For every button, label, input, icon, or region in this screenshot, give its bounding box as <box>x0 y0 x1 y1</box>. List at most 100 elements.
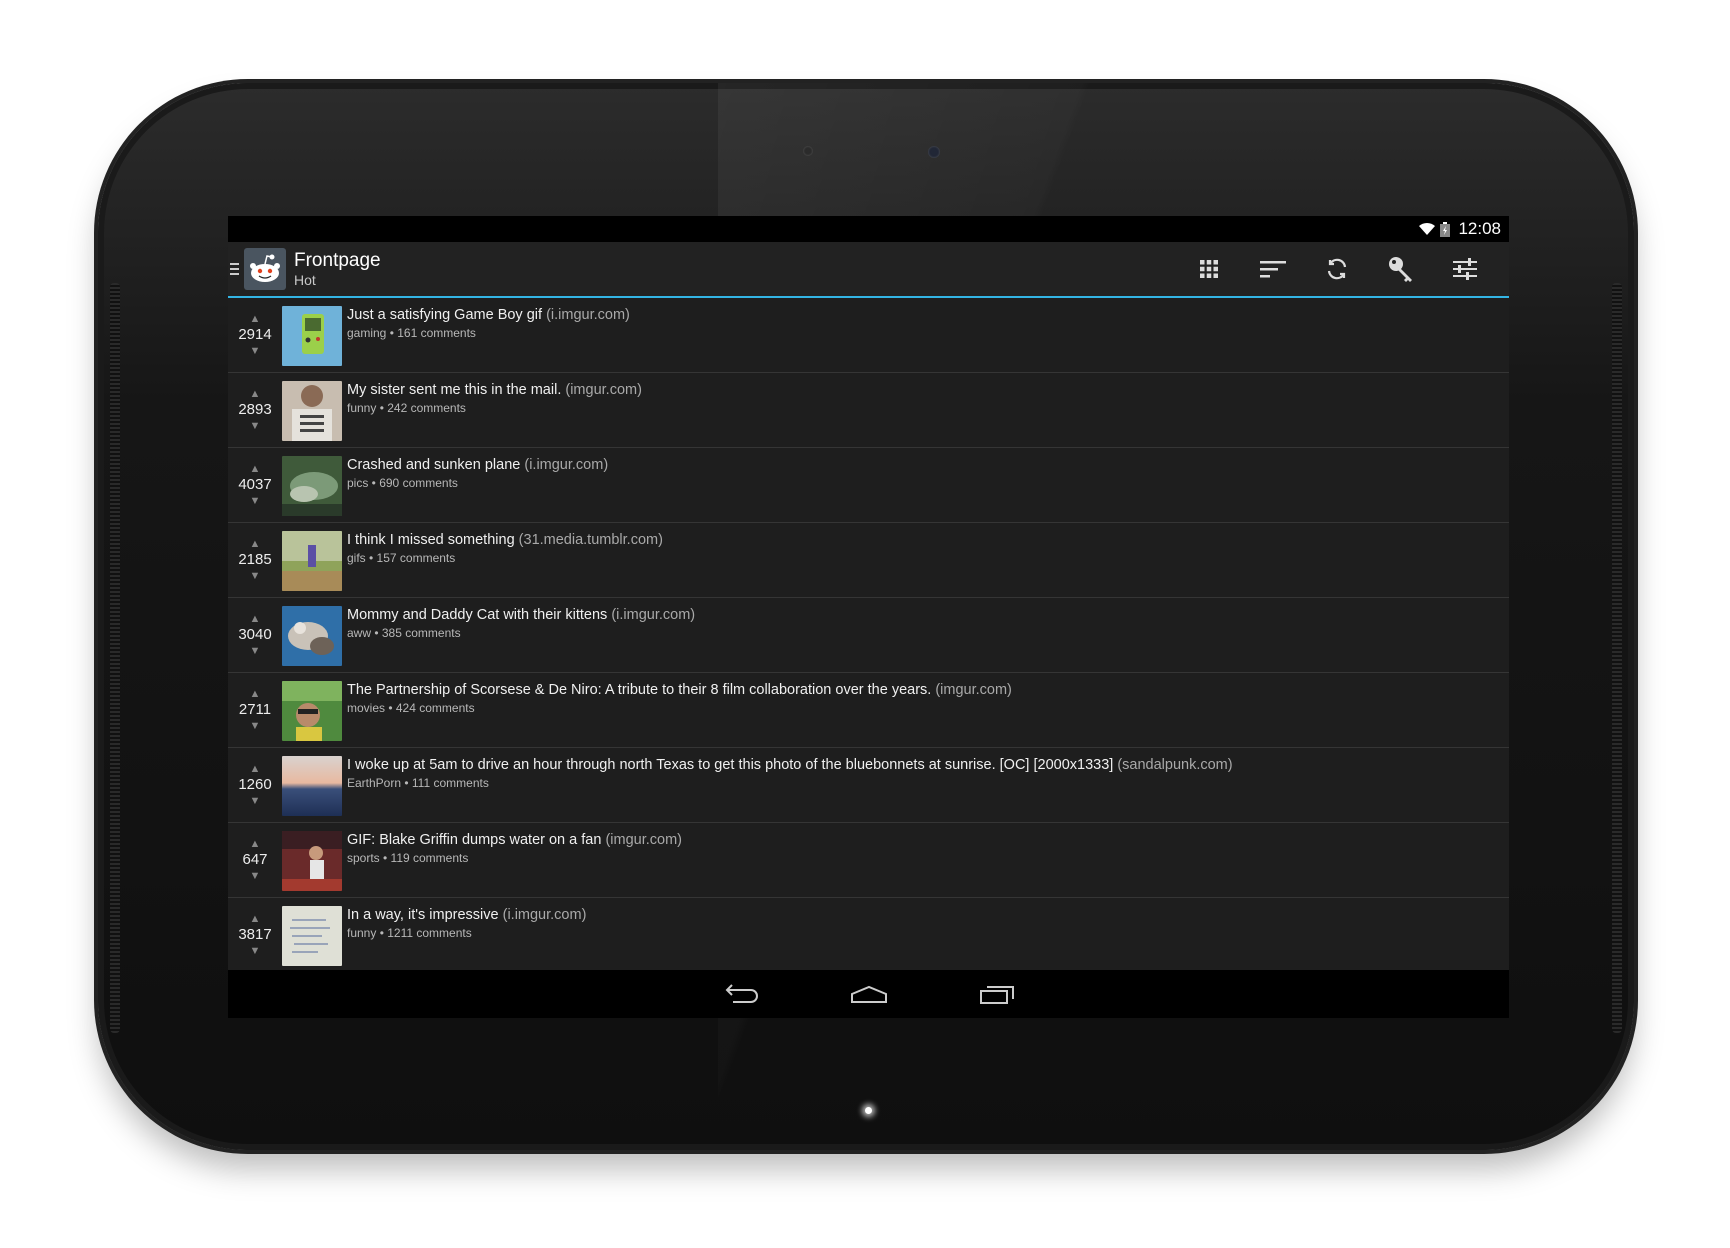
title-block[interactable]: Frontpage Hot <box>294 250 381 288</box>
upvote-icon[interactable]: ▲ <box>250 613 261 625</box>
vote-column: ▲ 3040 ▼ <box>228 598 282 672</box>
upvote-icon[interactable]: ▲ <box>250 463 261 475</box>
upvote-icon[interactable]: ▲ <box>250 538 261 550</box>
post-title: GIF: Blake Griffin dumps water on a fan <box>347 832 602 848</box>
post-row[interactable]: ▲ 3817 ▼ In a way, it's impressive (i.im… <box>228 898 1509 973</box>
post-thumbnail[interactable] <box>282 381 342 441</box>
refresh-button[interactable] <box>1305 242 1369 296</box>
sort-button[interactable] <box>1241 242 1305 296</box>
vote-column: ▲ 647 ▼ <box>228 823 282 897</box>
downvote-icon[interactable]: ▼ <box>250 495 261 507</box>
post-score: 1260 <box>238 776 272 793</box>
post-meta: sports • 119 comments <box>347 851 469 865</box>
status-bar: 12:08 <box>228 216 1509 242</box>
post-title-line[interactable]: Mommy and Daddy Cat with their kittens (… <box>347 606 695 625</box>
vote-column: ▲ 2914 ▼ <box>228 298 282 372</box>
post-text: The Partnership of Scorsese & De Niro: A… <box>347 681 1012 747</box>
settings-sliders-icon <box>1453 258 1477 280</box>
post-meta: pics • 690 comments <box>347 476 458 490</box>
screen: 12:08 Frontpage Hot ▲ 2914 ▼ Just a sati… <box>228 216 1509 1018</box>
post-meta: funny • 242 comments <box>347 401 466 415</box>
post-meta: funny • 1211 comments <box>347 926 472 940</box>
post-row[interactable]: ▲ 647 ▼ GIF: Blake Griffin dumps water o… <box>228 823 1509 898</box>
post-score: 2711 <box>238 701 272 718</box>
post-domain: (sandalpunk.com) <box>1117 757 1233 773</box>
back-button[interactable] <box>711 974 771 1014</box>
downvote-icon[interactable]: ▼ <box>250 345 261 357</box>
post-title: In a way, it's impressive <box>347 907 499 923</box>
upvote-icon[interactable]: ▲ <box>250 763 261 775</box>
post-row[interactable]: ▲ 3040 ▼ Mommy and Daddy Cat with their … <box>228 598 1509 673</box>
post-text: I woke up at 5am to drive an hour throug… <box>347 756 1233 822</box>
upvote-icon[interactable]: ▲ <box>250 313 261 325</box>
post-title: Just a satisfying Game Boy gif <box>347 307 543 323</box>
post-title-line[interactable]: Crashed and sunken plane (i.imgur.com) <box>347 456 608 475</box>
downvote-icon[interactable]: ▼ <box>250 945 261 957</box>
post-title: The Partnership of Scorsese & De Niro: A… <box>347 682 932 698</box>
post-domain: (imgur.com) <box>565 382 642 398</box>
post-domain: (i.imgur.com) <box>611 607 696 623</box>
post-row[interactable]: ▲ 1260 ▼ I woke up at 5am to drive an ho… <box>228 748 1509 823</box>
post-score: 2914 <box>238 326 272 343</box>
page-subtitle: Hot <box>294 272 316 288</box>
post-thumbnail[interactable] <box>282 831 342 891</box>
post-text: In a way, it's impressive (i.imgur.com) … <box>347 906 586 972</box>
post-thumbnail[interactable] <box>282 606 342 666</box>
post-domain: (i.imgur.com) <box>546 307 630 323</box>
downvote-icon[interactable]: ▼ <box>250 795 261 807</box>
post-thumbnail[interactable] <box>282 756 342 816</box>
downvote-icon[interactable]: ▼ <box>250 570 261 582</box>
post-domain: (i.imgur.com) <box>502 907 587 923</box>
post-domain: (imgur.com) <box>935 682 1012 698</box>
post-title-line[interactable]: In a way, it's impressive (i.imgur.com) <box>347 906 586 925</box>
vote-column: ▲ 2711 ▼ <box>228 673 282 747</box>
wifi-icon <box>1419 222 1436 235</box>
post-thumbnail[interactable] <box>282 306 342 366</box>
post-title: My sister sent me this in the mail. <box>347 382 562 398</box>
post-domain: (i.imgur.com) <box>524 457 609 473</box>
post-score: 647 <box>242 851 268 868</box>
downvote-icon[interactable]: ▼ <box>250 645 261 657</box>
drawer-indicator-icon[interactable] <box>230 262 240 276</box>
post-domain: (imgur.com) <box>605 832 682 848</box>
post-title-line[interactable]: I think I missed something (31.media.tum… <box>347 531 663 550</box>
upvote-icon[interactable]: ▲ <box>250 913 261 925</box>
post-row[interactable]: ▲ 2185 ▼ I think I missed something (31.… <box>228 523 1509 598</box>
grid-view-button[interactable] <box>1177 242 1241 296</box>
app-logo-icon[interactable] <box>244 248 286 290</box>
post-title-line[interactable]: My sister sent me this in the mail. (img… <box>347 381 642 400</box>
post-row[interactable]: ▲ 2893 ▼ My sister sent me this in the m… <box>228 373 1509 448</box>
home-button[interactable] <box>839 974 899 1014</box>
post-title-line[interactable]: GIF: Blake Griffin dumps water on a fan … <box>347 831 682 850</box>
settings-button[interactable] <box>1433 242 1497 296</box>
login-button[interactable] <box>1369 242 1433 296</box>
post-text: Crashed and sunken plane (i.imgur.com) p… <box>347 456 608 522</box>
post-thumbnail[interactable] <box>282 531 342 591</box>
post-thumbnail[interactable] <box>282 456 342 516</box>
post-thumbnail[interactable] <box>282 681 342 741</box>
post-title-line[interactable]: Just a satisfying Game Boy gif (i.imgur.… <box>347 306 630 325</box>
post-list: ▲ 2914 ▼ Just a satisfying Game Boy gif … <box>228 298 1509 973</box>
upvote-icon[interactable]: ▲ <box>250 388 261 400</box>
post-domain: (31.media.tumblr.com) <box>518 532 663 548</box>
vote-column: ▲ 1260 ▼ <box>228 748 282 822</box>
post-meta: aww • 385 comments <box>347 626 461 640</box>
speaker-grille-left <box>110 283 120 1033</box>
vote-column: ▲ 3817 ▼ <box>228 898 282 972</box>
recents-button[interactable] <box>967 974 1027 1014</box>
downvote-icon[interactable]: ▼ <box>250 870 261 882</box>
post-score: 3817 <box>238 926 272 943</box>
downvote-icon[interactable]: ▼ <box>250 420 261 432</box>
back-icon <box>725 984 758 1003</box>
post-meta: gaming • 161 comments <box>347 326 476 340</box>
post-row[interactable]: ▲ 2711 ▼ The Partnership of Scorsese & D… <box>228 673 1509 748</box>
downvote-icon[interactable]: ▼ <box>250 720 261 732</box>
action-buttons <box>1177 242 1497 296</box>
post-title-line[interactable]: The Partnership of Scorsese & De Niro: A… <box>347 681 1012 700</box>
post-title-line[interactable]: I woke up at 5am to drive an hour throug… <box>347 756 1233 775</box>
post-row[interactable]: ▲ 4037 ▼ Crashed and sunken plane (i.img… <box>228 448 1509 523</box>
post-thumbnail[interactable] <box>282 906 342 966</box>
upvote-icon[interactable]: ▲ <box>250 838 261 850</box>
post-row[interactable]: ▲ 2914 ▼ Just a satisfying Game Boy gif … <box>228 298 1509 373</box>
upvote-icon[interactable]: ▲ <box>250 688 261 700</box>
